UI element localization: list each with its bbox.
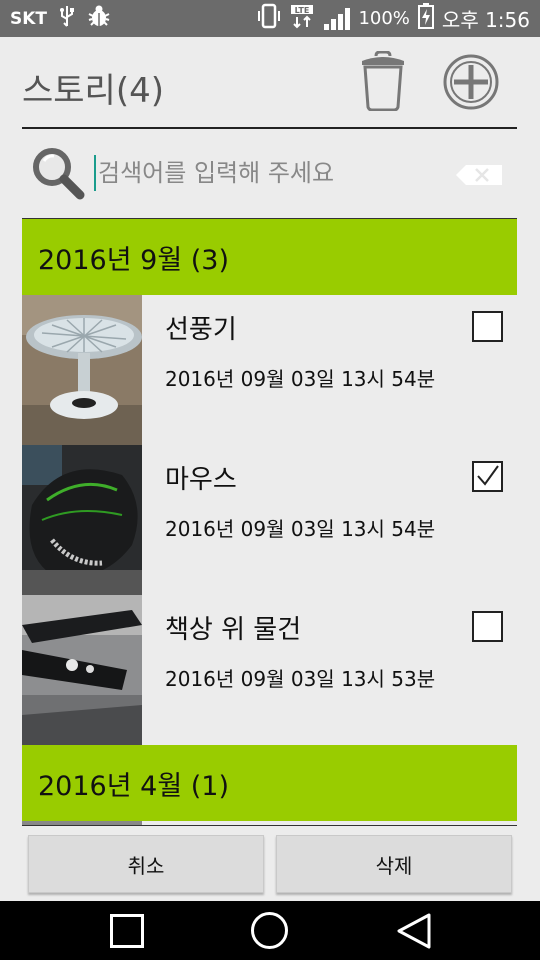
item-date: 2016년 09월 03일 13시 54분 [165,517,436,541]
page-title: 스토리(4) [22,71,165,111]
item-title: 마우스 [165,465,237,495]
group-header[interactable]: 2016년 9월 (3) [22,219,517,295]
recent-apps-icon[interactable] [110,914,144,948]
add-story-button[interactable] [442,53,500,111]
confirm-delete-button[interactable]: 삭제 [276,835,512,893]
signal-icon [324,7,351,30]
carrier-label: SKT [10,8,48,29]
cancel-button[interactable]: 취소 [28,835,264,893]
trash-icon [362,50,404,112]
list-item[interactable]: 선풍기 2016년 09월 03일 13시 54분 [22,295,517,445]
vibrate-icon [256,3,282,34]
status-bar: SKT LTE 100% 오후 1:56 [0,0,540,37]
search-input[interactable] [94,155,424,191]
delete-button[interactable] [358,50,408,112]
add-circle-icon [443,54,499,110]
backspace-icon [456,165,502,185]
divider [22,825,517,826]
item-date: 2016년 09월 03일 13시 53분 [165,667,436,691]
clock: 오후 1:56 [441,8,530,32]
lte-icon: LTE [290,3,316,34]
back-icon[interactable] [396,912,432,950]
battery-percent: 100% [358,8,410,29]
item-date: 2016년 09월 03일 13시 54분 [165,367,436,391]
list-item[interactable]: 책상 위 물건 2016년 09월 03일 13시 53분 [22,595,517,745]
bug-icon [87,5,111,32]
group-header-label: 2016년 9월 (3) [38,244,229,276]
thumbnail-fan [22,295,142,445]
usb-icon [59,5,75,32]
group-header-label: 2016년 4월 (1) [38,770,229,802]
battery-charging-icon [417,3,434,34]
group-header[interactable]: 2016년 4월 (1) [22,745,517,821]
list-item[interactable]: 마우스 2016년 09월 03일 13시 54분 [22,445,517,595]
home-icon[interactable] [251,912,288,949]
story-list: 2016년 9월 (3) 선풍기 2016년 09월 03일 13시 54분 마… [22,219,517,825]
svg-text:LTE: LTE [295,6,310,15]
item-title: 책상 위 물건 [165,615,302,645]
thumbnail-mouse [22,445,142,595]
item-title: 선풍기 [165,315,237,345]
item-checkbox[interactable] [472,611,503,642]
app-header: 스토리(4) [22,37,517,129]
search-bar [22,129,517,219]
item-checkbox-checked[interactable] [472,461,503,492]
clear-search-button[interactable] [456,165,502,185]
checkmark-icon [477,465,499,486]
navigation-bar [0,901,540,960]
thumbnail-desk-items [22,595,142,745]
item-checkbox[interactable] [472,311,503,342]
search-icon [30,145,86,201]
